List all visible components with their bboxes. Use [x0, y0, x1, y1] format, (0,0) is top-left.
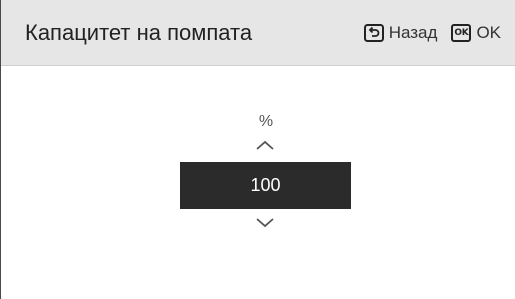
ok-label: OK	[476, 23, 501, 42]
value-text: 100	[250, 175, 281, 195]
back-label: Назад	[388, 23, 438, 42]
page-title: Капацитет на помпата	[25, 20, 253, 45]
header-actions: Назад OK OK	[363, 0, 501, 66]
ok-button[interactable]: OK OK	[451, 23, 501, 43]
increase-button[interactable]	[255, 139, 275, 151]
unit-label: %	[258, 113, 274, 130]
ok-key-icon: OK	[451, 24, 472, 42]
back-button[interactable]: Назад	[363, 23, 438, 43]
value-field[interactable]: 100	[180, 162, 351, 209]
chevron-up-icon	[256, 140, 274, 150]
ok-key-icon-text: OK	[451, 24, 472, 42]
pump-capacity-screen: Капацитет на помпата Назад OK OK % 100	[0, 0, 515, 299]
decrease-button[interactable]	[255, 217, 275, 229]
chevron-down-icon	[256, 218, 274, 228]
header-bar: Капацитет на помпата Назад OK OK	[1, 0, 515, 66]
back-return-icon	[363, 24, 384, 42]
